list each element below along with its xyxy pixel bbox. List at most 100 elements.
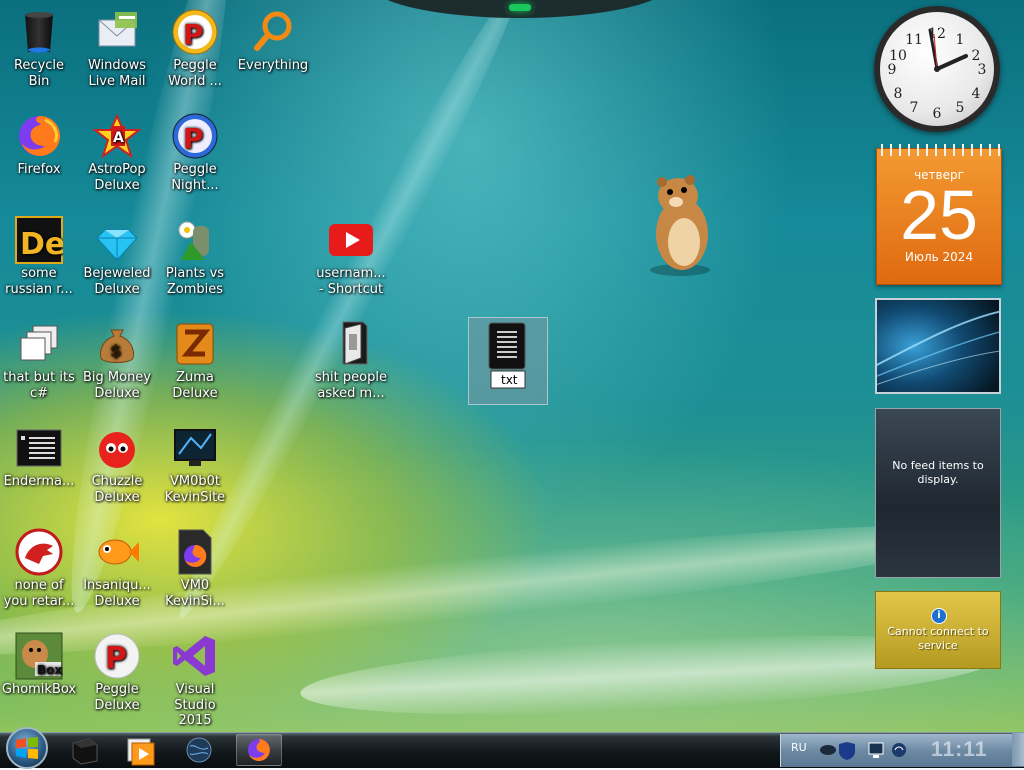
taskbar-firefox-button[interactable] <box>236 734 282 766</box>
clock-numeral: 5 <box>956 100 965 116</box>
feed-headlines-gadget[interactable]: No feed items to display. <box>875 408 1001 578</box>
desktop-icon-vm0-kevinsite[interactable]: VM0 KevinSi... <box>156 528 234 609</box>
network-icon[interactable] <box>892 743 906 757</box>
clock-numeral: 11 <box>905 32 923 48</box>
gem-icon <box>93 216 141 264</box>
desktop-icon-peggle-nights[interactable]: P Peggle Night... <box>156 112 234 193</box>
status-light <box>509 4 531 11</box>
desktop-icon-chuzzle[interactable]: Chuzzle Deluxe <box>78 424 156 505</box>
clock-numeral: 7 <box>910 100 919 116</box>
clock-gadget[interactable]: 12 1 2 3 4 5 6 7 8 9 10 11 <box>874 6 1000 132</box>
hour-hand <box>935 54 968 71</box>
calendar-day: 25 <box>900 176 978 254</box>
desktop-icon-none-of-you[interactable]: none of you retar... <box>0 528 78 609</box>
desktop-icon-ghomikbox[interactable]: Box GhomikBox <box>0 632 78 698</box>
icon-label: Everything <box>237 58 309 73</box>
desktop-icon-that-but-its-csharp[interactable]: that but its c# <box>0 320 78 401</box>
desktop-icon-bejeweled[interactable]: Bejeweled Deluxe <box>78 216 156 297</box>
monitor-icon <box>171 424 219 472</box>
shield-icon[interactable] <box>839 742 855 760</box>
desktop-icon-plants-vs-zombies[interactable]: Plants vs Zombies <box>156 216 234 297</box>
chat-icon[interactable] <box>820 745 836 755</box>
magnifier-icon <box>249 8 297 56</box>
desktop-icon-firefox[interactable]: Firefox <box>0 112 78 178</box>
tray-clock[interactable]: 11:11 <box>931 738 987 762</box>
icon-label: VM0 KevinSi... <box>165 578 225 609</box>
feed-message: No feed items to display. <box>892 459 984 486</box>
show-desktop-button[interactable] <box>1012 733 1024 766</box>
desktop-icon-insaniquarium[interactable]: Insaniqu... Deluxe <box>78 528 156 609</box>
clock-numeral: 1 <box>956 32 965 48</box>
info-icon: i <box>931 608 947 624</box>
text-window-icon <box>15 424 63 472</box>
astropop-icon: A <box>92 112 142 160</box>
icon-label: some russian r... <box>5 266 73 297</box>
fish-icon <box>93 528 141 576</box>
desktop-icon-visual-studio[interactable]: Visual Studio 2015 <box>156 632 234 729</box>
icon-label: Peggle Deluxe <box>94 682 140 713</box>
clock-numeral: 4 <box>972 86 981 102</box>
peggle-icon: P <box>171 8 219 56</box>
calendar-gadget[interactable]: четверг 25 Июль 2024 <box>876 144 1002 285</box>
icon-label: Insaniqu... Deluxe <box>83 578 151 609</box>
desktop-icon-shit-people-asked[interactable]: shit people asked m... <box>312 320 390 401</box>
icon-label: shit people asked m... <box>315 370 387 401</box>
desktop-icon-zuma[interactable]: Zuma Deluxe <box>156 320 234 401</box>
icon-label: Big Money Deluxe <box>82 370 151 401</box>
desktop-icon-big-money[interactable]: $ Big Money Deluxe <box>78 320 156 401</box>
svg-text:De: De <box>20 227 63 262</box>
desktop-icon-some-russian[interactable]: De some russian r... <box>0 216 78 297</box>
desktop-icon-peggle-deluxe[interactable]: P Peggle Deluxe <box>78 632 156 713</box>
desktop-icon-recycle-bin[interactable]: Recycle Bin <box>0 8 78 89</box>
icon-label: Bejeweled Deluxe <box>83 266 151 297</box>
slideshow-image <box>866 300 1008 392</box>
weather-gadget[interactable]: i Cannot connect to service <box>875 591 1001 669</box>
tray-icons <box>820 742 906 760</box>
icon-label: Peggle World ... <box>168 58 222 89</box>
system-tray: RU 11:11 <box>780 734 1024 767</box>
icon-label: that but its c# <box>3 370 75 401</box>
windows-logo-icon <box>16 737 38 759</box>
icon-label: Windows Live Mail <box>87 58 147 89</box>
recycle-bin-icon <box>15 8 63 56</box>
top-bar-handle[interactable] <box>370 0 670 18</box>
peggle-deluxe-icon: P <box>93 632 141 680</box>
wallpaper-streak <box>47 0 253 619</box>
desktop-icon-peggle-world[interactable]: P Peggle World ... <box>156 8 234 89</box>
de-icon: De <box>15 216 65 264</box>
icon-label: Peggle Night... <box>171 162 219 193</box>
monitor-icon[interactable] <box>868 742 884 758</box>
desktop-icon-astropop[interactable]: A AstroPop Deluxe <box>78 112 156 193</box>
selected-text-file[interactable]: txt <box>468 317 548 405</box>
peggle-night-icon: P <box>171 112 219 160</box>
slideshow-gadget[interactable] <box>866 298 1008 394</box>
icon-label: Recycle Bin <box>13 58 65 89</box>
taskbar-globe-button[interactable] <box>176 734 222 766</box>
language-indicator[interactable]: RU <box>791 741 807 754</box>
weather-message: Cannot connect to service <box>887 625 989 652</box>
globe-icon <box>186 737 212 763</box>
firefox-icon <box>248 739 270 761</box>
desktop-icon-enderman[interactable]: Enderma... <box>0 424 78 490</box>
icon-label: none of you retar... <box>3 578 75 609</box>
firefox-file-icon <box>171 528 219 576</box>
clock-numeral: 9 <box>888 62 897 78</box>
desktop-icon-windows-live-mail[interactable]: Windows Live Mail <box>78 8 156 89</box>
clock-numeral: 10 <box>889 48 907 64</box>
desktop[interactable]: Recycle Bin Firefox De some russian r...… <box>0 0 1024 732</box>
calendar-month-year: Июль 2024 <box>904 250 974 264</box>
youtube-icon <box>327 216 375 264</box>
icon-label: Plants vs Zombies <box>165 266 225 297</box>
media-player-icon <box>127 738 155 766</box>
desktop-icon-everything[interactable]: Everything <box>234 8 312 74</box>
svg-text:P: P <box>183 122 204 155</box>
svg-text:$: $ <box>110 341 121 360</box>
desktop-icon-vm0b0t-kevinsite[interactable]: VM0b0t KevinSite <box>156 424 234 505</box>
taskbar-media-player-button[interactable] <box>118 734 164 766</box>
taskbar-black-cube-button[interactable] <box>62 734 108 766</box>
clock-face: 12 1 2 3 4 5 6 7 8 9 10 11 <box>888 26 987 122</box>
hamster-mascot[interactable] <box>640 170 720 280</box>
start-button[interactable] <box>6 727 48 769</box>
desktop-icon-username-shortcut[interactable]: usernam... - Shortcut <box>312 216 390 297</box>
clock-numeral: 8 <box>894 86 903 102</box>
